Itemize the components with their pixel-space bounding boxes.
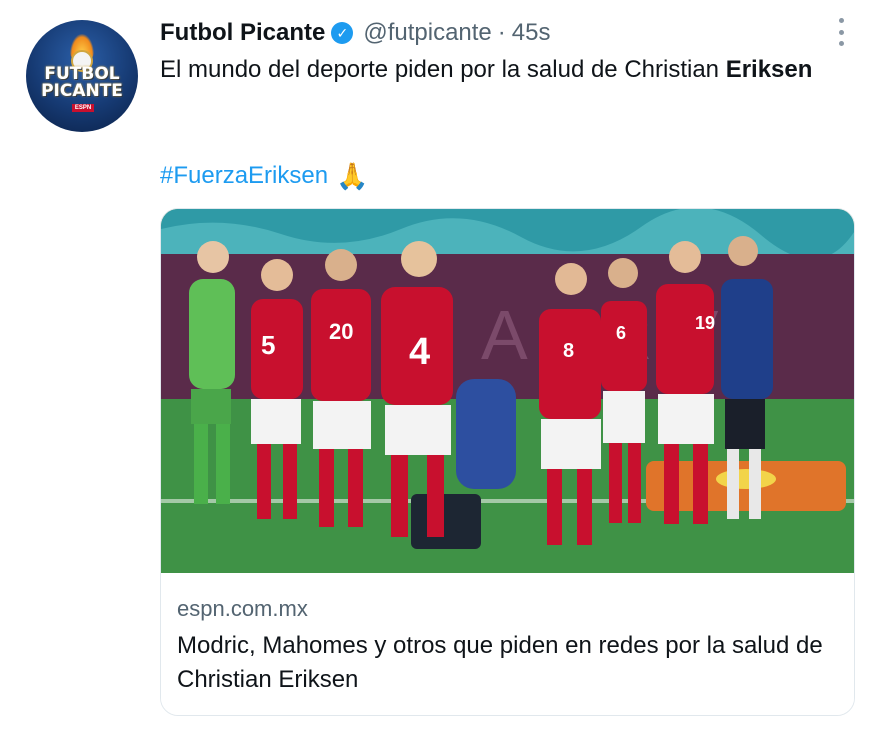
tweet-text-bold: Eriksen xyxy=(725,56,813,83)
card-domain: espn.com.mx xyxy=(177,596,308,621)
tweet-header: Futbol Picante ✓ @futpicante · 45s xyxy=(160,18,550,48)
tweet-text-body: El mundo del deporte piden por la salud … xyxy=(160,56,726,83)
tweet-timestamp[interactable]: 45s xyxy=(512,18,551,48)
denmark-players-photo: A A R V xyxy=(161,209,854,573)
shirt-number: 5 xyxy=(261,330,275,360)
avatar[interactable]: FUTBOL PICANTE ESPN xyxy=(26,20,138,132)
link-card[interactable]: A A R V xyxy=(160,208,855,716)
verified-badge-icon: ✓ xyxy=(331,22,354,44)
tweet-text: El mundo del deporte piden por la salud … xyxy=(160,54,850,86)
card-meta: espn.com.mx Modric, Mahomes y otros que … xyxy=(161,573,854,715)
shirt-number: 20 xyxy=(329,319,353,344)
shirt-number: 4 xyxy=(409,331,430,373)
hashtag-link[interactable]: #FuerzaEriksen xyxy=(160,160,328,192)
card-image[interactable]: A A R V xyxy=(161,209,854,573)
more-options-icon[interactable] xyxy=(836,18,846,46)
shirt-number: 8 xyxy=(563,340,574,362)
avatar-espn-badge: ESPN xyxy=(72,104,94,112)
separator-dot: · xyxy=(497,19,506,46)
tweet[interactable]: FUTBOL PICANTE ESPN Futbol Picante ✓ @fu… xyxy=(0,0,880,734)
avatar-logo-text: FUTBOL PICANTE xyxy=(41,64,123,101)
hashtag-line: #FuerzaEriksen 🙏 xyxy=(160,160,368,192)
shirt-number: 19 xyxy=(695,313,715,333)
author-handle[interactable]: @futpicante xyxy=(363,18,491,48)
praying-hands-icon: 🙏 xyxy=(336,161,369,191)
author-name[interactable]: Futbol Picante xyxy=(160,18,325,48)
shirt-number: 6 xyxy=(616,323,626,343)
card-title[interactable]: Modric, Mahomes y otros que piden en red… xyxy=(177,629,827,697)
